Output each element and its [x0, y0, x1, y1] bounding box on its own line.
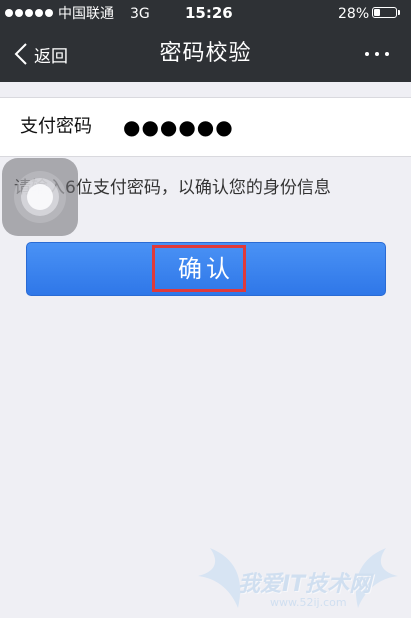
watermark-url: www.52ij.com [270, 596, 347, 609]
password-field[interactable]: 支付密码 ●●●●●● [0, 97, 411, 157]
page-title: 密码校验 [159, 41, 252, 66]
watermark-text: 我爱IT技术网 [238, 572, 372, 597]
top-bar: 中国联通 3G 15:26 28% 返回 密码校验 [0, 0, 411, 82]
signal-strength-icon [5, 9, 53, 17]
assistive-touch-button[interactable] [2, 158, 78, 236]
status-time: 15:26 [185, 4, 233, 22]
password-label: 支付密码 [20, 116, 92, 137]
battery-percentage: 28% [338, 6, 370, 22]
carrier-name: 中国联通 [58, 6, 114, 22]
more-dots-icon[interactable] [365, 52, 389, 56]
password-masked-value: ●●●●●● [123, 115, 234, 139]
site-watermark: 我爱IT技术网 www.52ij.com [190, 538, 406, 616]
nav-bar: 返回 密码校验 [0, 28, 411, 82]
network-type: 3G [130, 6, 150, 22]
confirm-button[interactable]: 确认 [26, 242, 386, 296]
confirm-label: 确认 [178, 255, 234, 283]
screen: 中国联通 3G 15:26 28% 返回 密码校验 支付密码 ●●●●●● 请输… [0, 0, 411, 618]
status-bar: 中国联通 3G 15:26 28% [0, 0, 411, 28]
battery-icon [372, 7, 400, 18]
